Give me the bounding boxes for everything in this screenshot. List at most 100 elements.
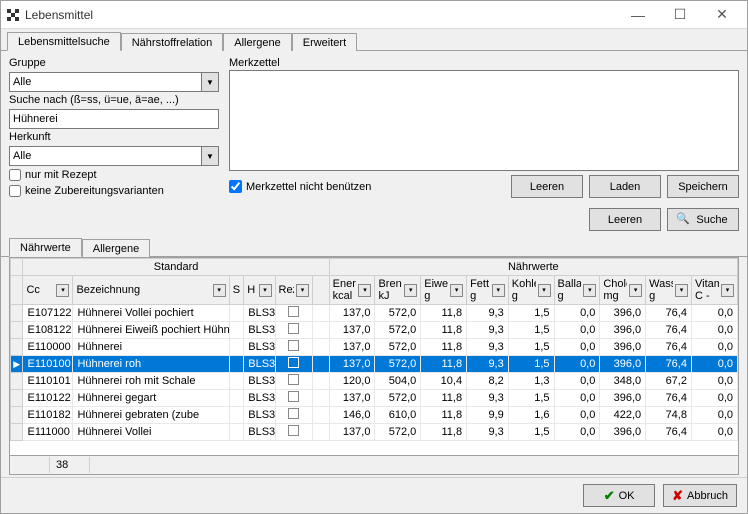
tab-allergene[interactable]: Allergene [223, 33, 291, 51]
keine-zubereitung-checkbox[interactable] [9, 185, 21, 197]
sort-icon[interactable]: ▾ [721, 284, 734, 297]
cell-h: BLS3 [244, 339, 275, 356]
app-icon [5, 7, 21, 23]
cell-energ: 120,0 [329, 373, 375, 390]
cell-kohle: 1,5 [508, 424, 554, 441]
sort-icon[interactable]: ▾ [492, 284, 505, 297]
cell-fett: 9,3 [467, 305, 509, 322]
sort-icon[interactable]: ▾ [450, 284, 463, 297]
rezept-checkbox[interactable] [288, 374, 299, 385]
table-row[interactable]: E110122Hühnerei gegartBLS3137,0572,011,8… [11, 390, 738, 407]
cell-code: E110100 [23, 356, 73, 373]
sort-icon[interactable]: ▾ [296, 284, 309, 297]
cell-vitc: 0,0 [691, 339, 737, 356]
cell-kohle: 1,5 [508, 390, 554, 407]
abbruch-button[interactable]: ✘ Abbruch [663, 484, 737, 507]
col-header-chole[interactable]: Cholemg▾ [600, 276, 646, 305]
gruppe-field[interactable] [9, 72, 201, 92]
leeren-button[interactable]: Leeren [589, 208, 661, 231]
close-button[interactable]: ✕ [701, 2, 743, 28]
col-header-code[interactable]: Cc▾ [23, 276, 73, 305]
rezept-checkbox[interactable] [288, 340, 299, 351]
laden-button[interactable]: Laden [589, 175, 661, 198]
rezept-checkbox[interactable] [288, 391, 299, 402]
cell-sy [229, 339, 244, 356]
chk-merkzettel-nicht[interactable]: Merkzettel nicht benützen [229, 180, 505, 193]
suche-button[interactable]: Suche [667, 208, 739, 231]
merkzettel-textarea[interactable] [229, 70, 739, 171]
sort-icon[interactable]: ▾ [675, 284, 688, 297]
sort-icon[interactable]: ▾ [538, 284, 551, 297]
rezept-checkbox[interactable] [288, 357, 299, 368]
cell-wasser: 74,8 [646, 407, 692, 424]
sort-icon[interactable]: ▾ [213, 284, 226, 297]
col-header-blank[interactable] [312, 276, 329, 305]
maximize-button[interactable]: ☐ [659, 2, 701, 28]
tab-naehrstoffrelation[interactable]: Nährstoffrelation [121, 33, 224, 51]
search-input[interactable] [9, 109, 219, 129]
row-indicator [11, 424, 23, 441]
results-table: StandardNährwerteCc▾Bezeichnung▾SyH▾Reze… [10, 258, 738, 441]
herkunft-field[interactable] [9, 146, 201, 166]
cell-ballast: 0,0 [554, 390, 600, 407]
table-row[interactable]: E107122Hühnerei Vollei pochiertBLS3137,0… [11, 305, 738, 322]
tab-grid-allergene[interactable]: Allergene [82, 239, 150, 257]
rezept-checkbox[interactable] [288, 425, 299, 436]
col-header-sy[interactable]: Sy [229, 276, 244, 305]
col-header-ballast[interactable]: Ballasg▾ [554, 276, 600, 305]
tab-naehrwerte[interactable]: Nährwerte [9, 238, 82, 257]
chk-keine-zubereitung[interactable]: keine Zubereitungsvarianten [9, 184, 219, 198]
col-header-rezep[interactable]: Rezep▾ [275, 276, 312, 305]
sort-icon[interactable]: ▾ [583, 284, 596, 297]
rezept-checkbox[interactable] [288, 306, 299, 317]
col-header-vitc[interactable]: VitamiC -▾ [691, 276, 737, 305]
col-header-energ[interactable]: Energkcal▾ [329, 276, 375, 305]
col-header-h[interactable]: H▾ [244, 276, 275, 305]
herkunft-combo[interactable]: ▼ [9, 146, 219, 166]
col-header-kohle[interactable]: Kohlerg▾ [508, 276, 554, 305]
tab-erweitert[interactable]: Erweitert [292, 33, 357, 51]
abbruch-label: Abbruch [687, 490, 728, 502]
col-header-bez[interactable]: Bezeichnung▾ [73, 276, 229, 305]
gruppe-combo[interactable]: ▼ [9, 72, 219, 92]
sort-icon[interactable]: ▾ [404, 284, 417, 297]
cell-h: BLS3 [244, 424, 275, 441]
grid-area: StandardNährwerteCc▾Bezeichnung▾SyH▾Reze… [1, 257, 747, 477]
cell-h: BLS3 [244, 390, 275, 407]
sort-icon[interactable]: ▾ [629, 284, 642, 297]
cell-kohle: 1,5 [508, 339, 554, 356]
ok-button[interactable]: ✔ OK [583, 484, 655, 507]
cell-chole: 396,0 [600, 424, 646, 441]
col-header-eiweiss[interactable]: Eiweißg▾ [421, 276, 467, 305]
herkunft-dropdown-icon[interactable]: ▼ [201, 146, 219, 166]
gruppe-dropdown-icon[interactable]: ▼ [201, 72, 219, 92]
cell-fett: 9,3 [467, 356, 509, 373]
col-header-brenn[interactable]: BrennkJ▾ [375, 276, 421, 305]
table-row[interactable]: E110182Hühnerei gebraten (zubeBLS3146,06… [11, 407, 738, 424]
table-row[interactable]: E111000Hühnerei VolleiBLS3137,0572,011,8… [11, 424, 738, 441]
cell-ballast: 0,0 [554, 322, 600, 339]
minimize-button[interactable]: — [617, 2, 659, 28]
rezept-checkbox[interactable] [288, 408, 299, 419]
table-row[interactable]: E108122Hühnerei Eiweiß pochiert HühnBLS3… [11, 322, 738, 339]
rezept-checkbox[interactable] [288, 323, 299, 334]
cell-wasser: 76,4 [646, 305, 692, 322]
col-header-fett[interactable]: Fettg▾ [467, 276, 509, 305]
chk-nur-mit-rezept[interactable]: nur mit Rezept [9, 168, 219, 182]
table-row[interactable]: E110101Hühnerei roh mit SchaleBLS3120,05… [11, 373, 738, 390]
table-row[interactable]: E110000HühnereiBLS3137,0572,011,89,31,50… [11, 339, 738, 356]
cell-eiweiss: 11,8 [421, 407, 467, 424]
cell-vitc: 0,0 [691, 424, 737, 441]
leeren-button-merk[interactable]: Leeren [511, 175, 583, 198]
sort-icon[interactable]: ▾ [259, 284, 272, 297]
sort-icon[interactable]: ▾ [56, 284, 69, 297]
nur-mit-rezept-checkbox[interactable] [9, 169, 21, 181]
merkzettel-nicht-checkbox[interactable] [229, 180, 242, 193]
cell-bez: Hühnerei Vollei [73, 424, 229, 441]
results-grid[interactable]: StandardNährwerteCc▾Bezeichnung▾SyH▾Reze… [9, 257, 739, 456]
table-row[interactable]: ▶E110100Hühnerei rohBLS3137,0572,011,89,… [11, 356, 738, 373]
col-header-wasser[interactable]: Wasseg▾ [646, 276, 692, 305]
sort-icon[interactable]: ▾ [358, 284, 371, 297]
speichern-button[interactable]: Speichern [667, 175, 739, 198]
tab-lebensmittelsuche[interactable]: Lebensmittelsuche [7, 32, 121, 51]
